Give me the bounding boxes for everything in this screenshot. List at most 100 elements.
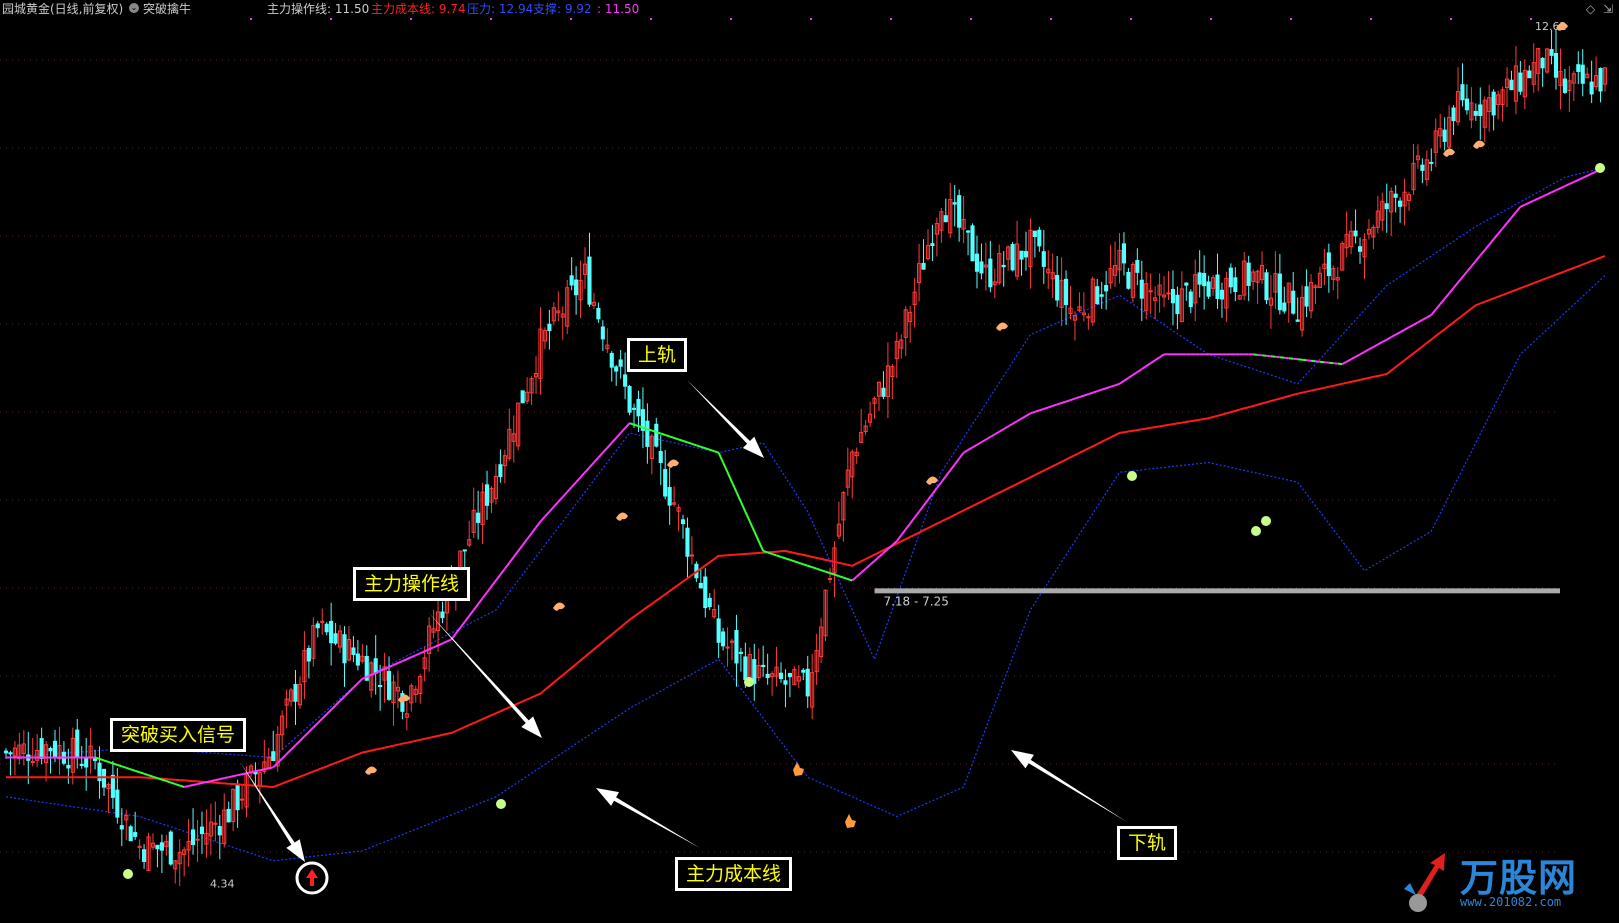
- ops-line-segment: [557, 496, 564, 503]
- ops-line-segment: [789, 558, 795, 563]
- candle-up: [30, 761, 35, 764]
- candle-down: [324, 623, 329, 633]
- ops-line-segment: [691, 442, 697, 447]
- ops-line-segment: [130, 768, 136, 772]
- top-dot-marker: [1450, 18, 1452, 20]
- candle-down: [952, 202, 957, 205]
- top-dot-marker: [330, 18, 332, 20]
- ops-line-segment: [1434, 303, 1441, 311]
- candle-down: [115, 789, 120, 818]
- ops-line-segment: [931, 487, 938, 495]
- ops-line-segment: [1123, 377, 1129, 382]
- ops-line-segment: [125, 766, 132, 771]
- ops-line-segment: [446, 638, 452, 643]
- ops-line-segment: [276, 757, 283, 764]
- ops-line-segment: [651, 429, 657, 433]
- ops-line-segment: [1404, 326, 1410, 331]
- ops-line-segment: [1408, 323, 1414, 329]
- ops-line-segment: [1127, 374, 1134, 379]
- candle-down: [957, 195, 962, 228]
- ops-line-segment: [629, 422, 635, 426]
- ops-line-segment: [918, 505, 925, 513]
- indicator-name[interactable]: 突破擒牛: [143, 0, 191, 18]
- ops-line-segment: [980, 438, 987, 444]
- ops-line-segment: [896, 534, 903, 542]
- candle-down: [1357, 246, 1363, 252]
- candle-down: [631, 407, 637, 410]
- ops-line-segment: [726, 471, 733, 483]
- ops-line-segment: [611, 437, 617, 444]
- ops-line-segment: [219, 777, 225, 781]
- flame-icon: [996, 322, 1008, 331]
- ops-line-segment: [215, 778, 221, 782]
- candle-up: [725, 646, 730, 649]
- arrow-buy-signal: [240, 762, 305, 862]
- candle-down: [315, 623, 320, 629]
- ops-line-segment: [753, 530, 760, 542]
- ops-line-segment: [103, 759, 109, 763]
- chevron-down-icon[interactable]: ⌄: [129, 3, 139, 13]
- candle-down: [1464, 98, 1469, 111]
- ops-line-segment: [477, 597, 484, 605]
- diamond-icon[interactable]: ◇: [1586, 2, 1595, 16]
- candle-down: [1001, 264, 1006, 268]
- candles: [3, 29, 1608, 887]
- ops-line-segment: [673, 436, 679, 441]
- candle-down: [142, 849, 147, 862]
- expand-icon[interactable]: ⇲: [1603, 2, 1613, 16]
- upper-band-line: [5, 166, 1606, 759]
- ops-line-segment: [285, 748, 292, 755]
- ops-line-segment: [834, 573, 840, 578]
- ops-line-segment: [1088, 391, 1094, 396]
- candle-down: [1055, 275, 1060, 301]
- candle-down: [801, 669, 806, 673]
- ops-line-segment: [593, 456, 600, 464]
- candle-down: [1095, 286, 1100, 305]
- candle-down: [119, 825, 124, 830]
- ops-line-segment: [655, 431, 662, 435]
- ops-line-segment: [517, 544, 524, 552]
- ops-line-segment: [1056, 402, 1062, 406]
- range-label: 7.18 - 7.25: [883, 594, 948, 608]
- ops-line-segment: [588, 461, 595, 469]
- candle-down: [271, 751, 276, 761]
- candle-down: [1442, 129, 1447, 142]
- candle-down: [1518, 72, 1523, 92]
- candle-down: [627, 386, 632, 413]
- candle-down: [476, 512, 481, 523]
- candle-down: [707, 597, 712, 608]
- ops-line-segment: [820, 569, 826, 573]
- ops-line-segment: [308, 726, 315, 733]
- ops-line-segment: [157, 777, 163, 781]
- ops-line-segment: [486, 585, 493, 593]
- ops-line-segment: [1506, 217, 1513, 224]
- candle-down: [1246, 262, 1251, 286]
- ops-line-segment: [170, 781, 176, 785]
- candle-down: [1589, 81, 1594, 95]
- ops-line-segment: [1114, 382, 1120, 387]
- ops-line-segment: [922, 499, 929, 507]
- ops-line-segment: [166, 780, 172, 784]
- ops-line-segment: [433, 644, 439, 649]
- ops-line-segment: [437, 642, 443, 647]
- rocket-logo-icon: [1404, 853, 1445, 912]
- support-value: 支撑: 9.92: [533, 2, 592, 16]
- ops-line-segment: [206, 780, 212, 784]
- candle-down: [75, 729, 80, 759]
- ops-line-segment: [843, 576, 849, 580]
- candle-down: [1527, 70, 1532, 79]
- candle-down: [623, 374, 628, 387]
- callout-cost-line: 主力成本线: [675, 857, 793, 891]
- ops-line-segment: [669, 435, 675, 439]
- ops-line-segment: [1007, 422, 1014, 428]
- ops-line-segment: [748, 521, 756, 532]
- support-range-bar: [874, 588, 1560, 594]
- arrow-cost-line: [596, 788, 700, 848]
- ops-line-segment: [940, 475, 947, 483]
- ops-line-segment: [428, 646, 434, 651]
- ops-line-segment: [989, 433, 996, 438]
- ops-line-segment: [1497, 227, 1504, 235]
- ops-line-segment: [1150, 359, 1156, 365]
- ops-line-segment: [744, 511, 751, 522]
- candle-down: [101, 768, 107, 788]
